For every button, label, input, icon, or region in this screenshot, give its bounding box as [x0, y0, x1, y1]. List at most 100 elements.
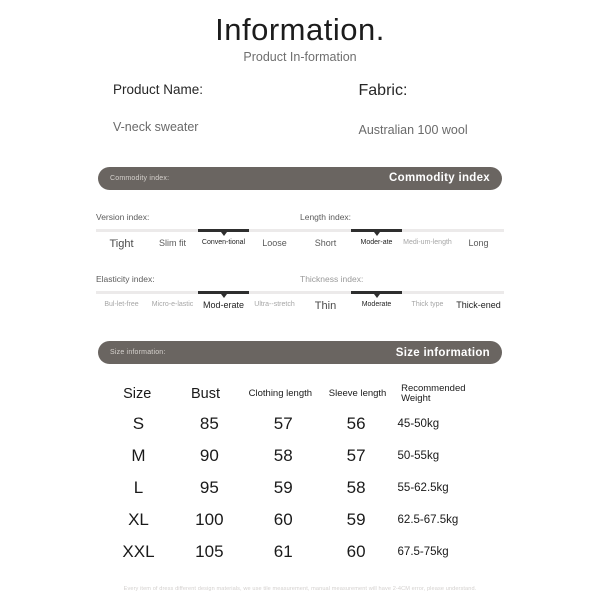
thickness-index-block: Thickness index: Thin Moderate Thick typ…: [300, 274, 504, 313]
cell-clothing-length: 59: [273, 478, 293, 498]
cell-recommended-weight: 62.5-67.5kg: [397, 514, 459, 527]
cell-bust: 105: [195, 542, 224, 562]
length-index-segment[interactable]: [300, 228, 351, 232]
length-index-segment-active[interactable]: [351, 228, 402, 232]
version-index-option[interactable]: Tight: [96, 238, 147, 251]
elasticity-index-option[interactable]: Ultra--stretch: [249, 301, 300, 311]
thickness-index-option[interactable]: Thick-ened: [453, 301, 504, 313]
cell-sleeve-length: 60: [346, 542, 366, 562]
version-index-segment[interactable]: [249, 228, 300, 232]
cell-clothing-length: 60: [273, 510, 293, 530]
size-information-banner: Size information: Size information: [98, 341, 502, 365]
cell-size: XL: [128, 510, 149, 530]
length-index-segment[interactable]: [453, 228, 504, 232]
column-header-clothing-length: Clothing length: [248, 388, 313, 400]
cell-bust: 85: [199, 414, 219, 434]
cell-bust: 95: [199, 478, 219, 498]
cell-size: L: [133, 478, 144, 498]
length-index-labels: Short Moder-ate Medi-um-length Long: [300, 238, 504, 249]
elasticity-index-segment[interactable]: [249, 291, 300, 295]
thickness-index-segment[interactable]: [300, 291, 351, 295]
elasticity-index-option-selected[interactable]: Mod-erate: [198, 301, 249, 311]
table-row: XXL 105 61 60 67.5-75kg: [104, 536, 496, 568]
size-information-banner-right: Size information: [395, 346, 490, 359]
cell-recommended-weight: 67.5-75kg: [397, 546, 449, 559]
elasticity-index-track[interactable]: [96, 291, 300, 295]
index-pair-bottom: Elasticity index: Bul-let-free Micro-e-l…: [96, 274, 504, 313]
elasticity-index-option[interactable]: Micro-e-lastic: [147, 301, 198, 311]
length-index-option[interactable]: Short: [300, 238, 351, 249]
cell-sleeve-length: 58: [346, 478, 366, 498]
cell-sleeve-length: 56: [346, 414, 366, 434]
elasticity-index-option[interactable]: Bul-let-free: [96, 301, 147, 311]
thickness-index-track[interactable]: [300, 291, 504, 295]
table-row: M 90 58 57 50-55kg: [104, 440, 496, 472]
version-index-block: Version index: Tight Slim fit Conven-tio…: [96, 212, 300, 251]
cell-clothing-length: 61: [273, 542, 293, 562]
size-information-banner-left: Size information:: [110, 349, 166, 357]
version-index-track[interactable]: [96, 228, 300, 232]
cell-size: M: [131, 446, 146, 466]
length-index-track[interactable]: [300, 228, 504, 232]
version-index-labels: Tight Slim fit Conven-tional Loose: [96, 238, 300, 251]
size-table: Size Bust Clothing length Sleeve length …: [104, 384, 496, 568]
length-index-title: Length index:: [300, 211, 352, 222]
cell-size: S: [132, 414, 145, 434]
version-index-option-selected[interactable]: Conven-tional: [198, 239, 249, 251]
cell-size: XXL: [122, 542, 155, 562]
cell-recommended-weight: 50-55kg: [397, 450, 440, 463]
fabric-value: Australian 100 wool: [358, 122, 468, 137]
cell-clothing-length: 58: [273, 446, 293, 466]
table-row: L 95 59 58 55-62.5kg: [104, 472, 496, 504]
elasticity-index-title: Elasticity index:: [96, 274, 155, 285]
product-name-block: Product Name: V-neck sweater: [113, 82, 243, 137]
thickness-index-title: Thickness index:: [300, 274, 364, 285]
thickness-index-option[interactable]: Thick type: [402, 301, 453, 313]
product-name-label: Product Name:: [113, 81, 204, 97]
elasticity-index-labels: Bul-let-free Micro-e-lastic Mod-erate Ul…: [96, 301, 300, 311]
version-index-title: Version index:: [96, 211, 150, 222]
version-index-segment[interactable]: [147, 228, 198, 232]
thickness-index-segment-active[interactable]: [351, 291, 402, 295]
length-index-option-selected[interactable]: Moder-ate: [351, 239, 402, 249]
length-index-option[interactable]: Long: [453, 238, 504, 249]
length-index-segment[interactable]: [402, 228, 453, 232]
fabric-label: Fabric:: [358, 81, 408, 99]
page-title: Information.: [215, 12, 385, 47]
version-index-segment[interactable]: [96, 228, 147, 232]
column-header-recommended-weight: Recommended Weight: [401, 383, 466, 405]
cell-bust: 100: [195, 510, 224, 530]
cell-clothing-length: 57: [273, 414, 293, 434]
fabric-block: Fabric: Australian 100 wool: [243, 82, 489, 137]
column-header-size: Size: [123, 385, 152, 402]
table-row: XL 100 60 59 62.5-67.5kg: [104, 504, 496, 536]
cell-recommended-weight: 55-62.5kg: [397, 482, 449, 495]
commodity-index-banner: Commodity index: Commodity index: [98, 166, 502, 190]
column-header-bust: Bust: [191, 385, 221, 402]
elasticity-index-segment[interactable]: [96, 291, 147, 295]
product-spec-row: Product Name: V-neck sweater Fabric: Aus…: [0, 82, 600, 137]
version-index-option[interactable]: Loose: [249, 238, 300, 251]
footer-disclaimer: Every item of dress different design mat…: [123, 586, 477, 592]
cell-sleeve-length: 57: [346, 446, 366, 466]
index-pair-top: Version index: Tight Slim fit Conven-tio…: [96, 212, 504, 251]
elasticity-index-segment[interactable]: [147, 291, 198, 295]
column-header-sleeve-length: Sleeve length: [328, 388, 387, 400]
elasticity-index-segment-active[interactable]: [198, 291, 249, 295]
commodity-index-banner-right: Commodity index: [389, 172, 490, 185]
version-index-segment-active[interactable]: [198, 228, 249, 232]
cell-recommended-weight: 45-50kg: [397, 418, 440, 431]
thickness-index-option[interactable]: Thin: [300, 301, 351, 313]
thickness-index-segment[interactable]: [402, 291, 453, 295]
thickness-index-option-selected[interactable]: Moderate: [351, 301, 402, 313]
version-index-option[interactable]: Slim fit: [147, 238, 198, 251]
commodity-index-banner-left: Commodity index:: [110, 174, 170, 182]
table-row: S 85 57 56 45-50kg: [104, 408, 496, 440]
length-index-block: Length index: Short Moder-ate Medi-um-le…: [300, 212, 504, 251]
thickness-index-segment[interactable]: [453, 291, 504, 295]
elasticity-index-block: Elasticity index: Bul-let-free Micro-e-l…: [96, 274, 300, 313]
cell-bust: 90: [199, 446, 219, 466]
product-name-value: V-neck sweater: [113, 119, 199, 134]
length-index-option[interactable]: Medi-um-length: [402, 239, 453, 249]
table-header-row: Size Bust Clothing length Sleeve length …: [104, 384, 496, 404]
